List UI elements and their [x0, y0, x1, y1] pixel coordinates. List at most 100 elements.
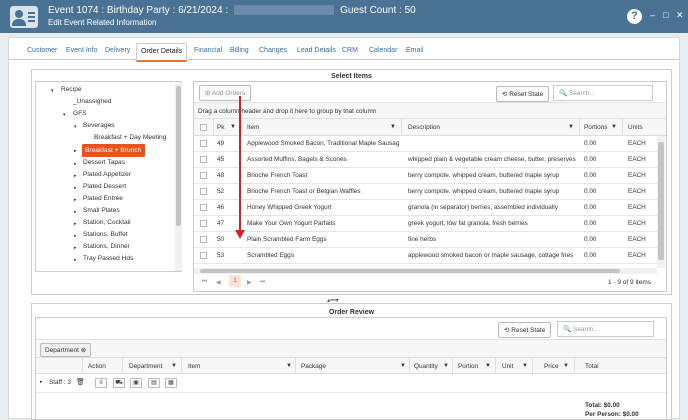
col-header-quantity[interactable]: Quantity [414, 363, 438, 370]
tree-scrollbar[interactable] [175, 82, 182, 271]
col-header-portion[interactable]: Portion [458, 363, 478, 370]
col-header-item[interactable]: Item [247, 124, 259, 131]
reset-state-button[interactable]: ⟲ Reset State [496, 86, 550, 102]
col-header-department[interactable]: Department [129, 363, 162, 370]
filter-icon[interactable]: ▼ [568, 124, 574, 130]
filter-icon[interactable]: ▼ [171, 363, 177, 369]
maximize-button[interactable]: □ [663, 10, 668, 20]
row-checkbox[interactable] [200, 252, 207, 259]
tab-delivery[interactable]: Delivery [105, 47, 130, 54]
col-header-package[interactable]: Package [301, 363, 326, 370]
tree-caret-stations-dinner[interactable]: ▸ [74, 245, 77, 251]
tree-item-breakfast-day-meeting[interactable]: Breakfast + Day Meeting [94, 134, 166, 141]
tree-caret-recipe[interactable]: ▾ [51, 88, 54, 94]
col-header-price[interactable]: Price [544, 363, 559, 370]
help-icon[interactable]: ? [627, 9, 642, 24]
tree-caret-tray-passed[interactable]: ▸ [74, 257, 77, 263]
row-checkbox[interactable] [200, 220, 207, 227]
minimize-button[interactable]: – [650, 10, 655, 20]
grid-scroll-thumb[interactable] [658, 142, 664, 260]
tree-caret-beverages[interactable]: ▾ [74, 124, 77, 130]
filter-icon[interactable]: ▼ [400, 363, 406, 369]
tree-caret-breakfast-brunch[interactable]: ▸ [74, 148, 77, 154]
filter-icon[interactable]: ▼ [390, 124, 396, 130]
truck-icon[interactable]: ⛟ [113, 378, 125, 388]
review-reset-state-button[interactable]: ⟲ Reset State [498, 322, 552, 338]
tree-item-plated-dessert[interactable]: Plated Dessert [83, 183, 126, 190]
table-row[interactable]: 52 Brioche French Toast or Belgian Waffl… [194, 184, 657, 200]
col-header-description[interactable]: Description [408, 124, 440, 131]
note-icon[interactable]: ▤ [148, 378, 160, 388]
tree-caret-gfs[interactable]: ▾ [63, 112, 66, 118]
table-row[interactable]: 46 Honey Whipped Greek Yogurt granola (i… [194, 200, 657, 216]
tab-financial[interactable]: Financial [194, 47, 222, 54]
tree-item-stations-dinner[interactable]: Stations, Dinner [83, 243, 130, 250]
tab-calendar[interactable]: Calendar [369, 47, 397, 54]
review-search-input[interactable]: 🔍 Search... [557, 321, 654, 337]
group-drop-zone[interactable]: Drag a column header and drop it here to… [194, 102, 666, 119]
grid-vertical-scrollbar[interactable] [657, 136, 665, 268]
col-header-pk[interactable]: Pk [217, 124, 224, 131]
filter-icon[interactable]: ▼ [485, 363, 491, 369]
pager-prev-button[interactable]: ◀ [216, 279, 221, 286]
table-row[interactable]: 53 Scrambled Eggs applewood smoked bacon… [194, 248, 657, 264]
list-icon[interactable]: ≡ [95, 378, 107, 388]
tree-caret-stations-buffet[interactable]: ▸ [74, 233, 77, 239]
review-group-zone[interactable]: Department ⊗ [36, 339, 666, 357]
grid-horizontal-scrollbar[interactable] [194, 268, 657, 274]
tree-item-plated-entree[interactable]: Plated Entrée [83, 195, 123, 202]
row-checkbox[interactable] [200, 204, 207, 211]
row-checkbox[interactable] [200, 140, 207, 147]
tree-item-station-cocktail[interactable]: Station, Cocktail [83, 219, 131, 226]
col-header-item[interactable]: Item [188, 363, 200, 370]
tree-item-dessert-tapas[interactable]: Dessert Tapas [83, 159, 125, 166]
col-header-unit[interactable]: Unit [502, 363, 513, 370]
pager-last-button[interactable]: ⏭ [260, 279, 265, 286]
tab-crm[interactable]: CRM [342, 47, 358, 54]
tab-order-details[interactable]: Order Details [136, 43, 188, 62]
group-chip-department[interactable]: Department ⊗ [40, 343, 92, 357]
image-icon[interactable]: ▣ [130, 378, 142, 388]
tab-billing[interactable]: Billing [230, 47, 249, 54]
pager-page-1[interactable]: 1 [229, 275, 241, 287]
tree-item-small-plates[interactable]: Small Plates [83, 207, 120, 214]
tree-item-tray-passed-hds[interactable]: Tray Passed Hds [83, 255, 133, 262]
select-all-checkbox[interactable] [200, 124, 207, 131]
tree-caret-small-plates[interactable]: ▸ [74, 209, 77, 215]
tab-customer[interactable]: Customer [27, 47, 57, 54]
filter-icon[interactable]: ▼ [563, 363, 569, 369]
table-row[interactable]: 45 Assorted Muffins, Bagels & Scones whi… [194, 152, 657, 168]
tree-item-gfs[interactable]: GFS [73, 110, 87, 117]
tree-item-recipe[interactable]: Recipe [61, 86, 82, 93]
tab-changes[interactable]: Changes [259, 47, 287, 54]
tab-event-info[interactable]: Event Info [66, 47, 98, 54]
tree-item-unassigned[interactable]: _Unassigned [73, 98, 112, 105]
row-checkbox[interactable] [200, 156, 207, 163]
pager-first-button[interactable]: ⏮ [202, 279, 207, 286]
tree-caret-plated-dessert[interactable]: ▸ [74, 185, 77, 191]
table-row[interactable]: 48 Brioche French Toast berry compote, w… [194, 168, 657, 184]
expand-caret-icon[interactable]: ▸ [40, 379, 43, 385]
filter-icon[interactable]: ▼ [443, 363, 449, 369]
col-header-portions[interactable]: Portions [584, 124, 607, 131]
filter-icon[interactable]: ▼ [230, 124, 236, 130]
grid-hscroll-thumb[interactable] [200, 269, 620, 273]
close-button[interactable]: ✕ [676, 10, 684, 21]
add-orders-button[interactable]: ⊞ Add Orders [199, 85, 252, 101]
row-checkbox[interactable] [200, 188, 207, 195]
close-icon[interactable]: ⊗ [81, 347, 86, 354]
table-row[interactable]: 49 Applewood Smoked Bacon, Traditional M… [194, 136, 657, 152]
row-checkbox[interactable] [200, 236, 207, 243]
tree-scroll-thumb[interactable] [176, 86, 181, 226]
tree-caret-dessert-tapas[interactable]: ▸ [74, 161, 77, 167]
table-row[interactable]: 47 Make Your Own Yogurt Parfaits greek y… [194, 216, 657, 232]
table-row[interactable]: 50 Plain Scrambled Farm Eggs fine herbs … [194, 232, 657, 248]
tab-lead-details[interactable]: Lead Details [297, 47, 336, 54]
tree-caret-plated-entree[interactable]: ▸ [74, 197, 77, 203]
tree-item-plated-appetizer[interactable]: Plated Appetizer [83, 171, 131, 178]
group-row-staff[interactable]: ▸ Staff : 3 🗑 ≡ ⛟ ▣ ▤ ▦ [36, 374, 666, 393]
tab-email[interactable]: Email [406, 47, 424, 54]
filter-icon[interactable]: ▼ [611, 124, 617, 130]
barcode-icon[interactable]: ▦ [165, 378, 177, 388]
tree-item-beverages[interactable]: Beverages [83, 122, 115, 129]
